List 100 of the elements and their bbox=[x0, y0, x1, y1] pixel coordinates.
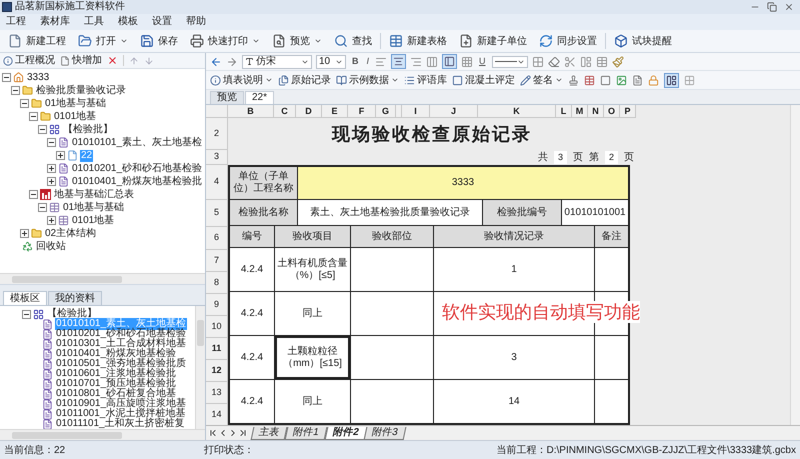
document-icon[interactable] bbox=[632, 74, 643, 86]
tree-item[interactable]: 0101地基 bbox=[53, 110, 98, 122]
document-tab[interactable]: 预览 bbox=[210, 91, 244, 104]
menu-item[interactable]: 模板 bbox=[118, 16, 138, 28]
stamp-icon[interactable] bbox=[568, 74, 579, 86]
close-icon[interactable] bbox=[784, 2, 794, 12]
tree-item[interactable]: 01010201_砂和砂石地基检验 bbox=[71, 162, 204, 174]
eraser-icon[interactable] bbox=[548, 56, 560, 68]
column-header[interactable]: K bbox=[478, 105, 556, 118]
sheet-tab[interactable]: 主表 bbox=[250, 426, 288, 440]
scrollbar[interactable] bbox=[0, 429, 205, 440]
menu-item[interactable]: 素材库 bbox=[40, 16, 70, 28]
column-header[interactable]: M bbox=[572, 105, 588, 118]
scrollbar[interactable] bbox=[195, 306, 205, 429]
forward-icon[interactable] bbox=[226, 56, 238, 68]
row-header[interactable]: 2 bbox=[206, 118, 228, 150]
tree-item[interactable]: 回收站 bbox=[35, 240, 67, 252]
document-tab[interactable]: 22* bbox=[245, 91, 274, 104]
lock-icon[interactable] bbox=[648, 74, 659, 86]
toolbar-button[interactable]: 签名 bbox=[520, 72, 563, 88]
restore-icon[interactable] bbox=[767, 2, 777, 12]
column-header[interactable]: J bbox=[430, 105, 478, 118]
tree-item[interactable]: 01010401_粉煤灰地基检验批 bbox=[71, 176, 204, 188]
line-style-select[interactable] bbox=[492, 56, 528, 68]
expand-icon[interactable] bbox=[47, 216, 56, 225]
toolbar-button[interactable]: 快速打印 bbox=[186, 31, 264, 51]
delete-icon[interactable] bbox=[107, 55, 118, 66]
menu-item[interactable]: 工程 bbox=[6, 16, 26, 28]
column-header[interactable]: N bbox=[588, 105, 604, 118]
row-header[interactable]: 4 bbox=[206, 165, 228, 200]
table-cell[interactable]: 土颗粒粒径（mm）[≤15] bbox=[275, 336, 350, 379]
collapse-icon[interactable] bbox=[2, 73, 11, 82]
layout-icon[interactable] bbox=[580, 56, 592, 68]
column-header[interactable]: P bbox=[620, 105, 636, 118]
column-header[interactable]: E bbox=[322, 105, 348, 118]
underline-button[interactable]: U bbox=[477, 54, 488, 68]
tree-item[interactable]: 检验批质量验收记录 bbox=[35, 84, 127, 96]
tree-item[interactable]: 0101地基 bbox=[71, 214, 116, 226]
scissors-icon[interactable] bbox=[564, 56, 576, 68]
view-button[interactable] bbox=[664, 72, 679, 88]
tree-item[interactable]: 地基与基础汇总表 bbox=[53, 188, 135, 200]
row-header[interactable]: 11 bbox=[206, 338, 228, 360]
scrollbar[interactable] bbox=[0, 273, 205, 284]
row-header[interactable]: 12 bbox=[206, 360, 228, 382]
toolbar-button[interactable]: 查找 bbox=[330, 31, 376, 51]
toolbar-button[interactable]: 评语库 bbox=[404, 72, 447, 88]
align-center-button[interactable] bbox=[391, 54, 406, 69]
panel-button[interactable]: 快增加 bbox=[60, 53, 102, 68]
row-header[interactable]: 5 bbox=[206, 200, 228, 227]
menu-item[interactable]: 帮助 bbox=[186, 16, 206, 28]
sheet-tab[interactable]: 附件1 bbox=[284, 426, 327, 440]
menu-item[interactable]: 设置 bbox=[152, 16, 172, 28]
panel-tab[interactable]: 模板区 bbox=[3, 291, 47, 305]
collapse-icon[interactable] bbox=[11, 86, 20, 95]
row-header[interactable]: 6 bbox=[206, 227, 228, 250]
expand-icon[interactable] bbox=[20, 229, 29, 238]
toolbar-button[interactable]: 示例数据 bbox=[336, 72, 399, 88]
toolbar-button[interactable]: 试块提醒 bbox=[610, 31, 676, 51]
column-header[interactable]: C bbox=[274, 105, 296, 118]
toolbar-button[interactable]: 新建工程 bbox=[4, 31, 70, 51]
align-right-icon[interactable] bbox=[410, 56, 422, 68]
toolbar-button[interactable]: 保存 bbox=[136, 31, 182, 51]
tree-item[interactable]: 【检验批】 bbox=[62, 124, 114, 136]
column-header[interactable]: G bbox=[376, 105, 396, 118]
tree-item[interactable]: 01010101_素土、灰土地基检 bbox=[71, 136, 204, 148]
toolbar-button[interactable]: 新建表格 bbox=[385, 31, 451, 51]
border-icon[interactable] bbox=[532, 56, 544, 68]
table-icon[interactable] bbox=[584, 74, 595, 86]
column-header[interactable]: L bbox=[556, 105, 572, 118]
scrollbar[interactable] bbox=[790, 105, 800, 425]
first-sheet-icon[interactable] bbox=[208, 428, 218, 438]
grid-icon[interactable] bbox=[461, 56, 474, 68]
page-number-field[interactable]: 2 bbox=[604, 150, 618, 164]
tree-item[interactable]: 01地基与基础 bbox=[44, 98, 108, 110]
expand-icon[interactable] bbox=[56, 151, 65, 160]
sheet-tab[interactable]: 附件2 bbox=[324, 426, 366, 440]
size-select[interactable]: 10 bbox=[316, 54, 346, 68]
expand-icon[interactable] bbox=[47, 177, 56, 186]
tree-item[interactable]: 02主体结构 bbox=[44, 228, 98, 240]
tree-item[interactable]: 【检验批】 bbox=[46, 308, 98, 320]
last-sheet-icon[interactable] bbox=[238, 428, 248, 438]
toolbar-button[interactable]: 原始记录 bbox=[278, 72, 331, 88]
collapse-icon[interactable] bbox=[29, 112, 38, 121]
row-header[interactable]: 14 bbox=[206, 404, 228, 425]
panel-button[interactable]: 工程概况 bbox=[3, 53, 55, 68]
toolbar-button[interactable]: 填表说明 bbox=[210, 72, 273, 88]
toolbar-button[interactable]: 新建子单位 bbox=[455, 31, 531, 51]
expand-icon[interactable] bbox=[47, 164, 56, 173]
table-icon[interactable] bbox=[596, 56, 608, 68]
italic-button[interactable]: I bbox=[364, 54, 372, 68]
collapse-icon[interactable] bbox=[38, 125, 47, 134]
column-header[interactable]: O bbox=[604, 105, 620, 118]
back-icon[interactable] bbox=[210, 56, 222, 68]
column-header[interactable]: B bbox=[228, 105, 274, 118]
row-header[interactable]: 13 bbox=[206, 382, 228, 404]
row-header[interactable]: 3 bbox=[206, 150, 228, 165]
column-header[interactable]: F bbox=[348, 105, 376, 118]
panel-tab[interactable]: 我的资料 bbox=[48, 291, 102, 305]
toolbar-button[interactable]: 混凝土评定 bbox=[452, 72, 515, 88]
collapse-icon[interactable] bbox=[20, 99, 29, 108]
